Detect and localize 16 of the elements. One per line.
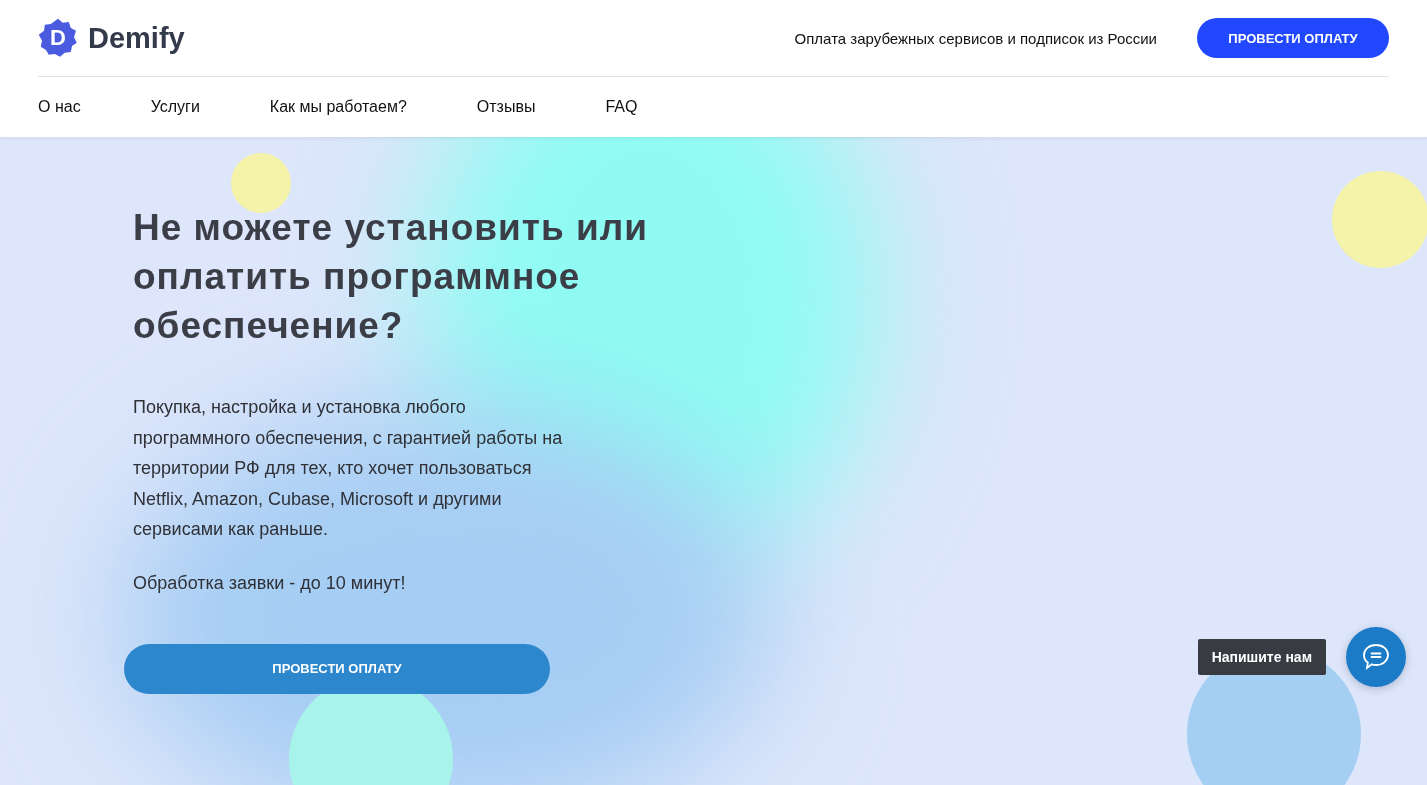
hero-note: Обработка заявки - до 10 минут! (133, 572, 407, 594)
nav-link[interactable]: О нас (38, 98, 81, 116)
logo-badge: D (38, 18, 78, 58)
decorative-circle (231, 153, 291, 213)
nav-link[interactable]: FAQ (605, 98, 638, 116)
logo-text[interactable]: Demify (88, 21, 185, 55)
pay-button[interactable]: ПРОВЕСТИ ОПЛАТУ (124, 643, 550, 694)
nav-link[interactable]: Как мы работаем? (269, 98, 407, 116)
chat-button[interactable] (1346, 627, 1406, 687)
chat-tooltip: Напишите нам (1197, 639, 1326, 675)
nav-link[interactable]: Отзывы (476, 98, 536, 116)
pay-button[interactable]: ПРОВЕСТИ ОПЛАТУ (1197, 18, 1389, 58)
hero-title: Не можете установить или оплатить программное обеспечение? (133, 206, 649, 348)
nav-link[interactable]: Услуги (150, 98, 200, 116)
tagline: Оплата зарубежных сервисов и подписок из России (794, 29, 1157, 47)
hero-description: Покупка, настройка и установка любого программного обеспечения, с гарантией работы на территории РФ для тех, кто хочет пользоваться Netflix, Amazon, Cubase, Microsoft и другими сервисами как раньше. (133, 396, 564, 541)
